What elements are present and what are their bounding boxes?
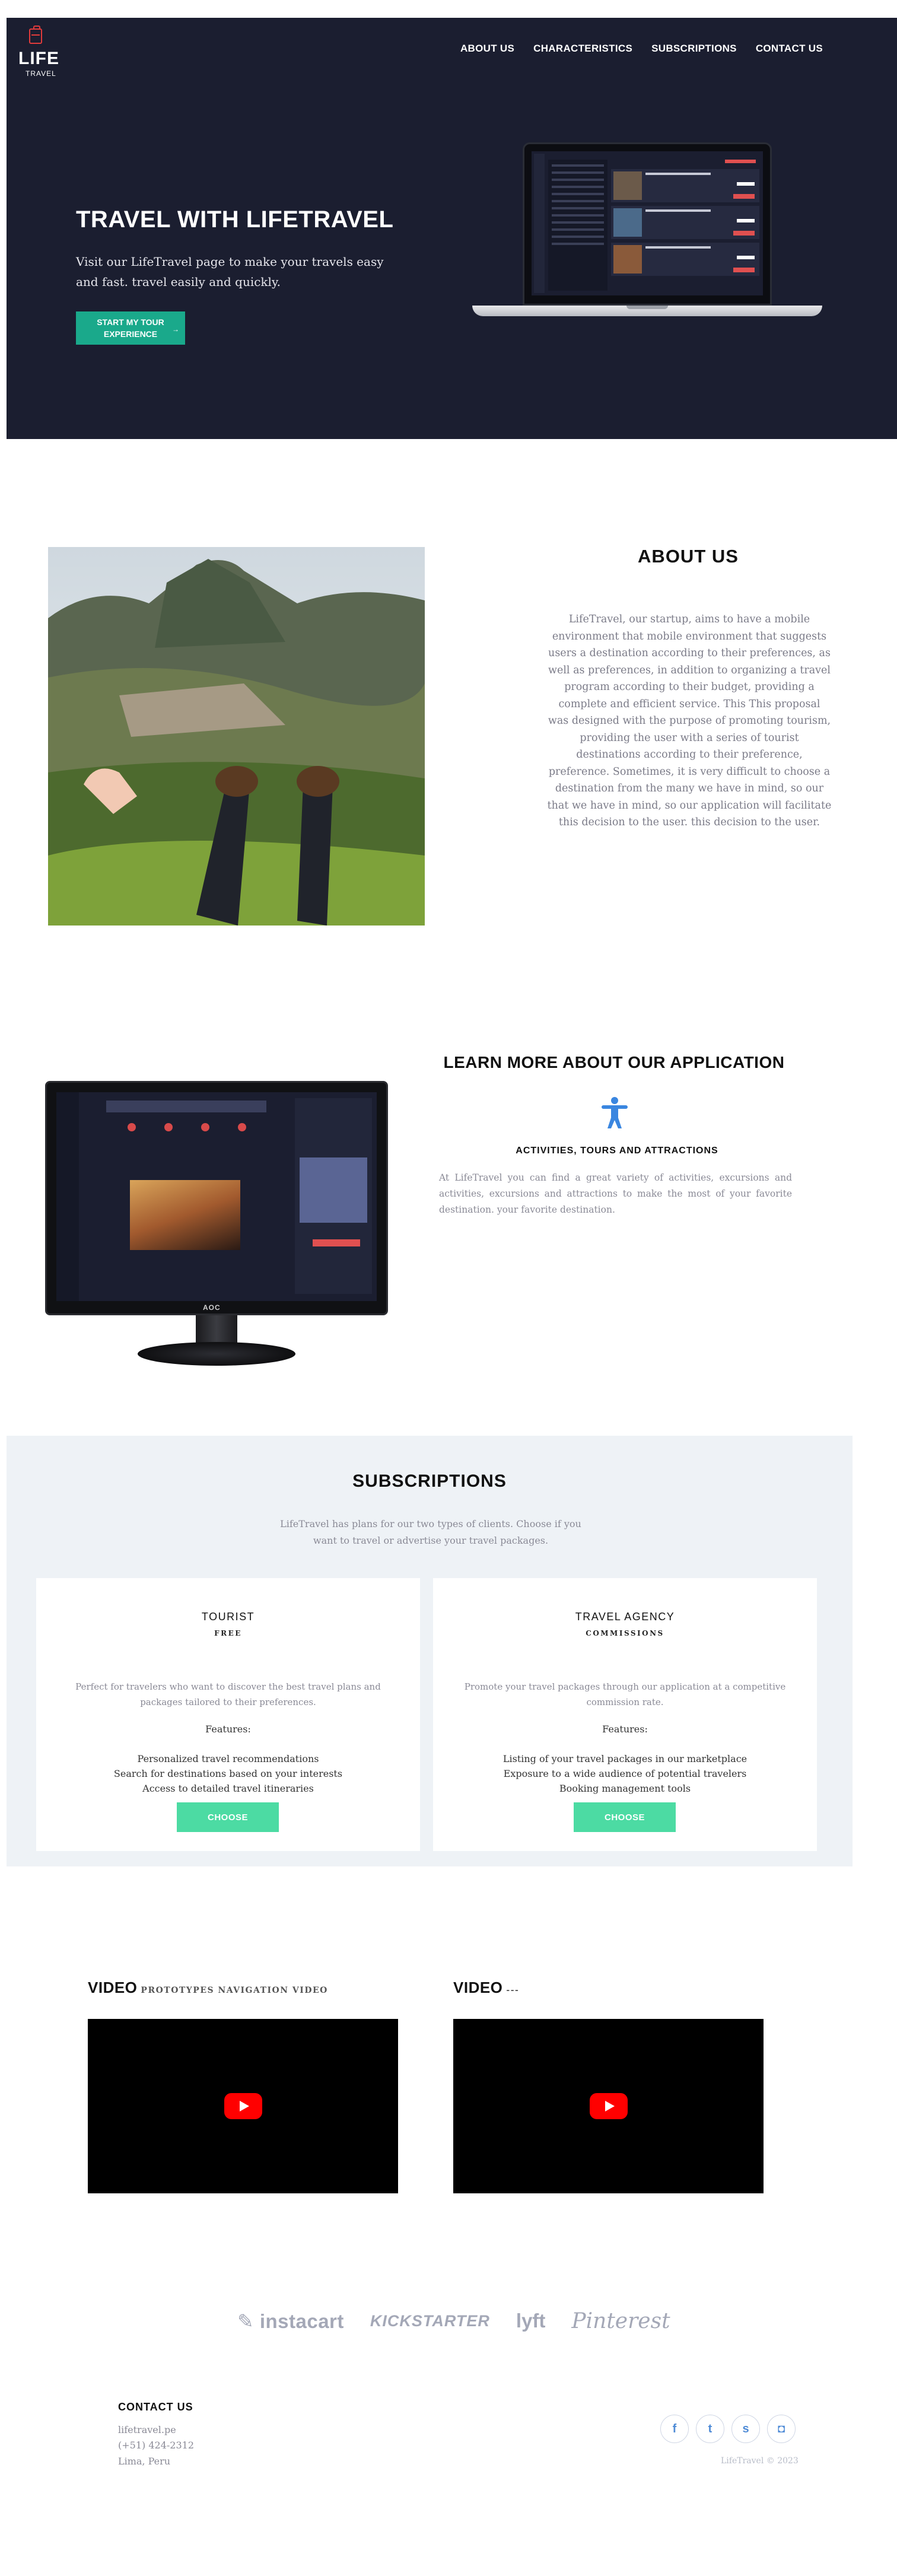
plan-kind: COMMISSIONS	[586, 1629, 664, 1637]
about-text: LifeTravel, our startup, aims to have a …	[547, 613, 832, 828]
app-tour-card	[611, 206, 759, 239]
app-filter-panel	[548, 160, 607, 291]
video-player[interactable]	[88, 2019, 398, 2193]
snapchat-icon[interactable]: s	[731, 2415, 760, 2443]
suitcase-icon	[29, 26, 42, 44]
instagram-icon[interactable]: ◘	[767, 2415, 796, 2443]
subscriptions-text: LifeTravel has plans for our two types o…	[280, 1518, 581, 1546]
plan-features-label: Features:	[602, 1723, 648, 1735]
main-nav: ABOUT US CHARACTERISTICS SUBSCRIPTIONS C…	[460, 43, 823, 55]
contact-address: Lima, Peru	[118, 2456, 171, 2467]
plan-features-list: Personalized travel recommendations Sear…	[36, 1751, 420, 1796]
social-links: f t s ◘	[660, 2415, 796, 2443]
plan-description: Promote your travel packages through our…	[464, 1681, 786, 1707]
plan-name: TOURIST	[201, 1611, 255, 1623]
plan-feature: Access to detailed travel itineraries	[142, 1783, 314, 1794]
pinterest-logo: Pinterest	[571, 2308, 670, 2333]
app-calendar	[300, 1157, 367, 1223]
machu-picchu-illustration	[48, 547, 425, 926]
brand-logo[interactable]: LIFE TRAVEL	[12, 24, 60, 83]
video-player[interactable]	[453, 2019, 764, 2193]
subscriptions-section: SUBSCRIPTIONS LifeTravel has plans for o…	[7, 1436, 853, 1866]
contact-website[interactable]: lifetravel.pe	[118, 2424, 176, 2435]
app-tour-card	[611, 243, 759, 276]
nav-subscriptions[interactable]: SUBSCRIPTIONS	[651, 43, 737, 55]
instacart-logo: ✎ instacart	[237, 2310, 344, 2332]
plan-feature: Booking management tools	[559, 1783, 691, 1794]
laptop-mockup	[472, 142, 828, 368]
video-title: VIDEO PROTOTYPES NAVIGATION VIDEO	[88, 1979, 328, 1996]
monitor-mockup: AOC	[43, 1081, 399, 1372]
plan-features-list: Listing of your travel packages in our m…	[433, 1751, 817, 1796]
lyft-logo: lyft	[516, 2310, 546, 2332]
app-hero-photo	[130, 1180, 240, 1250]
about-photo	[48, 547, 425, 926]
plan-feature: Search for destinations based on your in…	[113, 1768, 343, 1779]
video-subtitle: ---	[506, 1986, 520, 1995]
arrow-right-icon: →	[172, 325, 179, 333]
plan-description: Perfect for travelers who want to discov…	[75, 1681, 381, 1707]
monitor-screen	[56, 1092, 377, 1301]
plan-feature: Exposure to a wide audience of potential…	[503, 1768, 747, 1779]
learn-more-text: At LifeTravel you can find a great varie…	[439, 1172, 792, 1215]
video-title: VIDEO ---	[453, 1979, 520, 1996]
app-sidebar	[534, 154, 545, 293]
plan-features-label: Features:	[205, 1723, 251, 1735]
nav-characteristics[interactable]: CHARACTERISTICS	[533, 43, 632, 55]
plan-card-tourist: TOURIST FREE Perfect for travelers who w…	[36, 1578, 420, 1851]
hero-subtitle: Visit our LifeTravel page to make your t…	[76, 255, 384, 289]
app-tour-card	[611, 169, 759, 202]
facebook-icon[interactable]: f	[660, 2415, 689, 2443]
choose-agency-button[interactable]: CHOOSE	[574, 1802, 676, 1832]
youtube-play-icon[interactable]	[590, 2093, 628, 2119]
laptop-screen	[532, 151, 763, 295]
contact-phone: (+51) 424-2312	[118, 2440, 194, 2451]
about-title: ABOUT US	[638, 546, 739, 567]
app-top-button	[725, 160, 756, 163]
brand-tagline: TRAVEL	[26, 69, 56, 78]
partner-logos: ✎ instacart KICKSTARTER lyft Pinterest	[237, 2303, 676, 2339]
laptop-lid	[523, 142, 772, 306]
youtube-play-icon[interactable]	[224, 2093, 262, 2119]
activities-subtitle: ACTIVITIES, TOURS AND ATTRACTIONS	[516, 1146, 718, 1156]
choose-tourist-button[interactable]: CHOOSE	[177, 1802, 279, 1832]
kickstarter-logo: KICKSTARTER	[370, 2311, 490, 2330]
learn-more-title: LEARN MORE ABOUT OUR APPLICATION	[443, 1053, 785, 1071]
copyright: LifeTravel © 2023	[721, 2456, 799, 2466]
plan-name: TRAVEL AGENCY	[575, 1611, 675, 1623]
video-subtitle: PROTOTYPES NAVIGATION VIDEO	[141, 1986, 328, 1995]
plan-card-travel-agency: TRAVEL AGENCY COMMISSIONS Promote your t…	[433, 1578, 817, 1851]
contact-title: CONTACT US	[118, 2401, 193, 2413]
nav-contact-us[interactable]: CONTACT US	[756, 43, 823, 55]
app-booking-panel	[295, 1098, 372, 1294]
start-tour-button[interactable]: START MY TOUR EXPERIENCE →	[76, 311, 185, 345]
accessibility-person-icon	[602, 1097, 628, 1128]
brand-name: LIFE	[18, 49, 59, 68]
hero-title: TRAVEL WITH LIFETRAVEL	[76, 206, 394, 233]
nav-about-us[interactable]: ABOUT US	[460, 43, 514, 55]
plan-feature: Listing of your travel packages in our m…	[502, 1753, 748, 1764]
plan-kind: FREE	[214, 1629, 242, 1637]
subscriptions-title: SUBSCRIPTIONS	[352, 1471, 507, 1491]
start-tour-label: START MY TOUR EXPERIENCE	[97, 317, 164, 339]
hero-section: LIFE TRAVEL ABOUT US CHARACTERISTICS SUB…	[7, 18, 897, 439]
plan-feature: Personalized travel recommendations	[137, 1753, 319, 1764]
twitter-icon[interactable]: t	[696, 2415, 724, 2443]
